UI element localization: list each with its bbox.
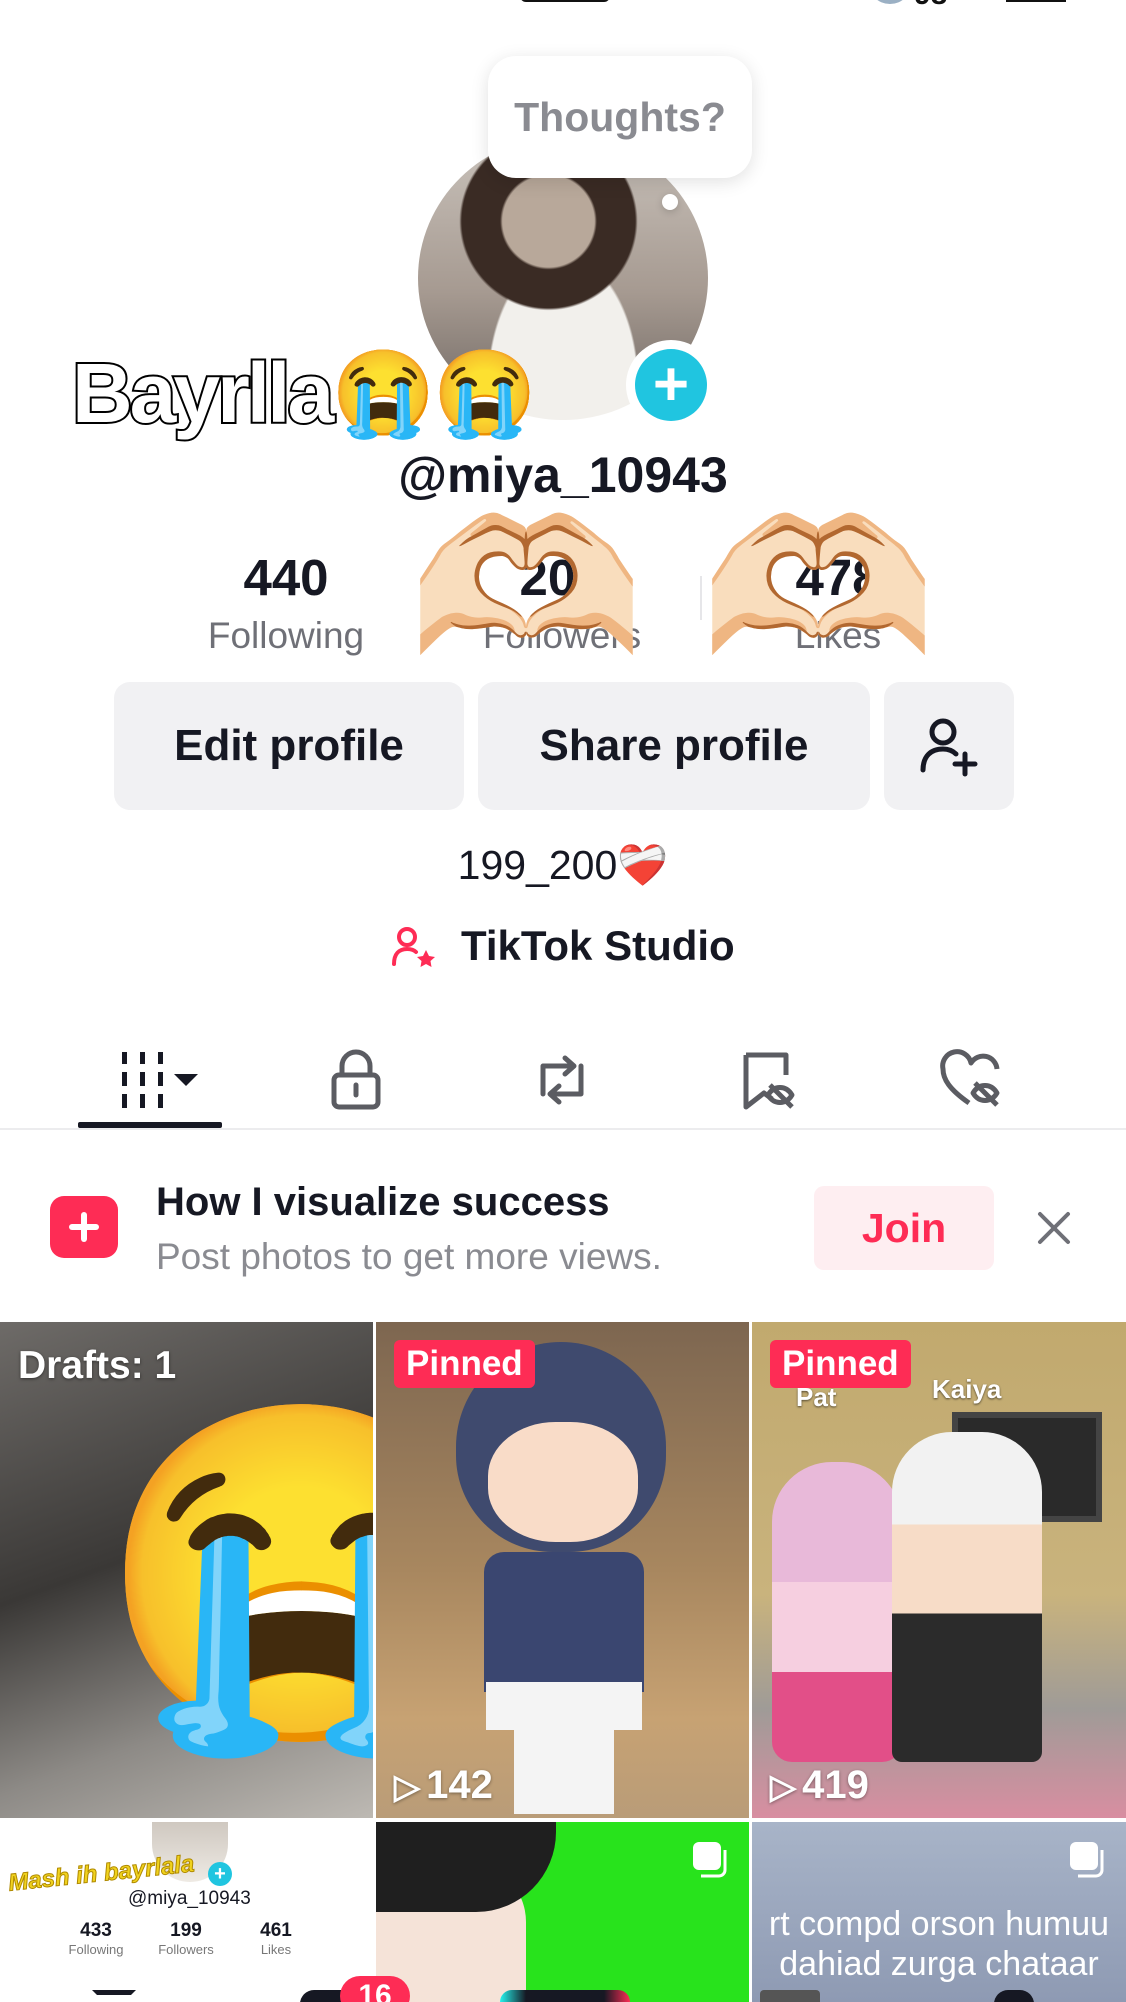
mini-stat-label: Following (68, 1942, 124, 1957)
plus-icon: + (635, 349, 707, 421)
status-avatar (868, 0, 912, 4)
status-count: 98 (914, 0, 947, 12)
mini-stat-label: Followers (158, 1942, 214, 1957)
video-thumbnail-art (486, 1682, 642, 1730)
add-friends-button[interactable] (884, 682, 1014, 810)
pinned-badge: Pinned (394, 1340, 535, 1388)
play-icon: ▷ (394, 1768, 421, 1806)
banner-subtitle: Post photos to get more views. (156, 1236, 662, 1277)
view-count: ▷ 142 (394, 1763, 493, 1808)
join-button[interactable]: Join (814, 1186, 994, 1270)
mini-stat-value: 461 (260, 1920, 292, 1941)
video-thumbnail-art (892, 1432, 1042, 1762)
repost-icon (540, 1055, 584, 1105)
add-avatar-button[interactable]: + (626, 340, 716, 430)
mini-username: @miya_10943 (128, 1888, 251, 1909)
plus-icon: + (208, 1862, 232, 1886)
video-thumbnail-art (488, 1422, 638, 1542)
studio-user-star-icon (391, 922, 449, 969)
status-bar-time (520, 0, 610, 2)
photo-caption-line-2: dahiad zurga chataar (779, 1945, 1099, 1983)
tab-private[interactable] (296, 1030, 416, 1130)
play-icon: ▷ (770, 1768, 797, 1806)
photo-tile[interactable] (376, 1822, 749, 2002)
tiktok-studio-link[interactable]: TikTok Studio (0, 922, 1126, 970)
view-count: ▷ 419 (770, 1763, 869, 1808)
stat-following-label: Following (207, 615, 365, 656)
tab-videos[interactable] (90, 1030, 210, 1130)
photo-caption-line-1: rt compd orson humuu (768, 1905, 1110, 1943)
add-photo-icon (50, 1196, 118, 1258)
tab-liked[interactable] (914, 1030, 1034, 1130)
nav-home-icon[interactable] (92, 1990, 136, 2002)
heart-icon (940, 1049, 1000, 1107)
photo-carousel-icon (693, 1842, 727, 1878)
stat-following-value: 440 (243, 549, 329, 606)
bookmark-icon (743, 1052, 795, 1110)
tab-favorites[interactable] (708, 1030, 828, 1130)
video-tile[interactable]: Pat Kaiya Pinned ▷ 419 (752, 1322, 1126, 1818)
thoughts-bubble[interactable]: Thoughts? (488, 56, 752, 178)
banner-title: How I visualize success (156, 1180, 610, 1224)
video-tile[interactable]: Pinned ▷ 142 (376, 1322, 749, 1818)
mini-stat-label: Likes (260, 1942, 292, 1957)
mini-stat-value: 433 (80, 1920, 112, 1941)
thoughts-bubble-tail (662, 194, 678, 210)
mini-stat: 461 Likes (236, 1920, 316, 1957)
grid-icon (122, 1052, 198, 1108)
lock-icon (331, 1049, 381, 1110)
mini-stat: 433 Following (56, 1920, 136, 1957)
photo-tile[interactable]: rt compd orson humuu dahiad zurga chataa… (752, 1822, 1126, 2002)
profile-bio: 199_200❤️‍🩹 (457, 842, 669, 888)
tab-repost[interactable] (502, 1030, 622, 1130)
nav-create-button[interactable] (500, 1990, 630, 2002)
stat-following[interactable]: 440 Following (166, 548, 406, 657)
overlay-name-sticker: Bayrlla😭😭 (70, 344, 539, 442)
photo-carousel-icon (1070, 1842, 1104, 1878)
video-thumbnail-art (514, 1730, 614, 1814)
close-icon (1038, 1212, 1070, 1244)
crying-emoji-sticker: 😭 (96, 1390, 373, 1759)
drafts-tile[interactable]: Drafts: 1 😭 (0, 1322, 373, 1818)
inbox-badge: 16 (340, 1976, 410, 2002)
heart-hands-sticker: 🫶🏻 (700, 483, 937, 695)
video-thumbnail-art (484, 1552, 644, 1692)
add-user-icon (920, 718, 978, 777)
video-tile[interactable]: + Mash ih bayrlala @miya_10943 433 Follo… (0, 1822, 373, 2002)
share-profile-button[interactable]: Share profile (478, 682, 870, 810)
pinned-badge: Pinned (770, 1340, 911, 1388)
thoughts-bubble-text: Thoughts? (514, 93, 726, 140)
video-thumbnail-art (376, 1822, 556, 1912)
view-count-value: 142 (426, 1763, 493, 1807)
video-thumbnail-art (772, 1462, 902, 1762)
mini-stat-value: 199 (170, 1920, 202, 1941)
mini-stat: 199 Followers (146, 1920, 226, 1957)
tiktok-studio-label: TikTok Studio (460, 922, 735, 969)
menu-icon[interactable] (1006, 0, 1066, 2)
nav-profile-icon[interactable] (994, 1990, 1034, 2002)
drafts-label: Drafts: 1 (18, 1344, 177, 1387)
view-count-value: 419 (802, 1763, 869, 1807)
close-banner-button[interactable] (1030, 1200, 1078, 1256)
nav-inbox-icon[interactable] (760, 1990, 820, 2002)
edit-profile-button[interactable]: Edit profile (114, 682, 464, 810)
caption-right: Kaiya (932, 1374, 1002, 1404)
heart-hands-sticker: 🫶🏻 (408, 483, 645, 695)
tabs-divider (0, 1128, 1126, 1130)
